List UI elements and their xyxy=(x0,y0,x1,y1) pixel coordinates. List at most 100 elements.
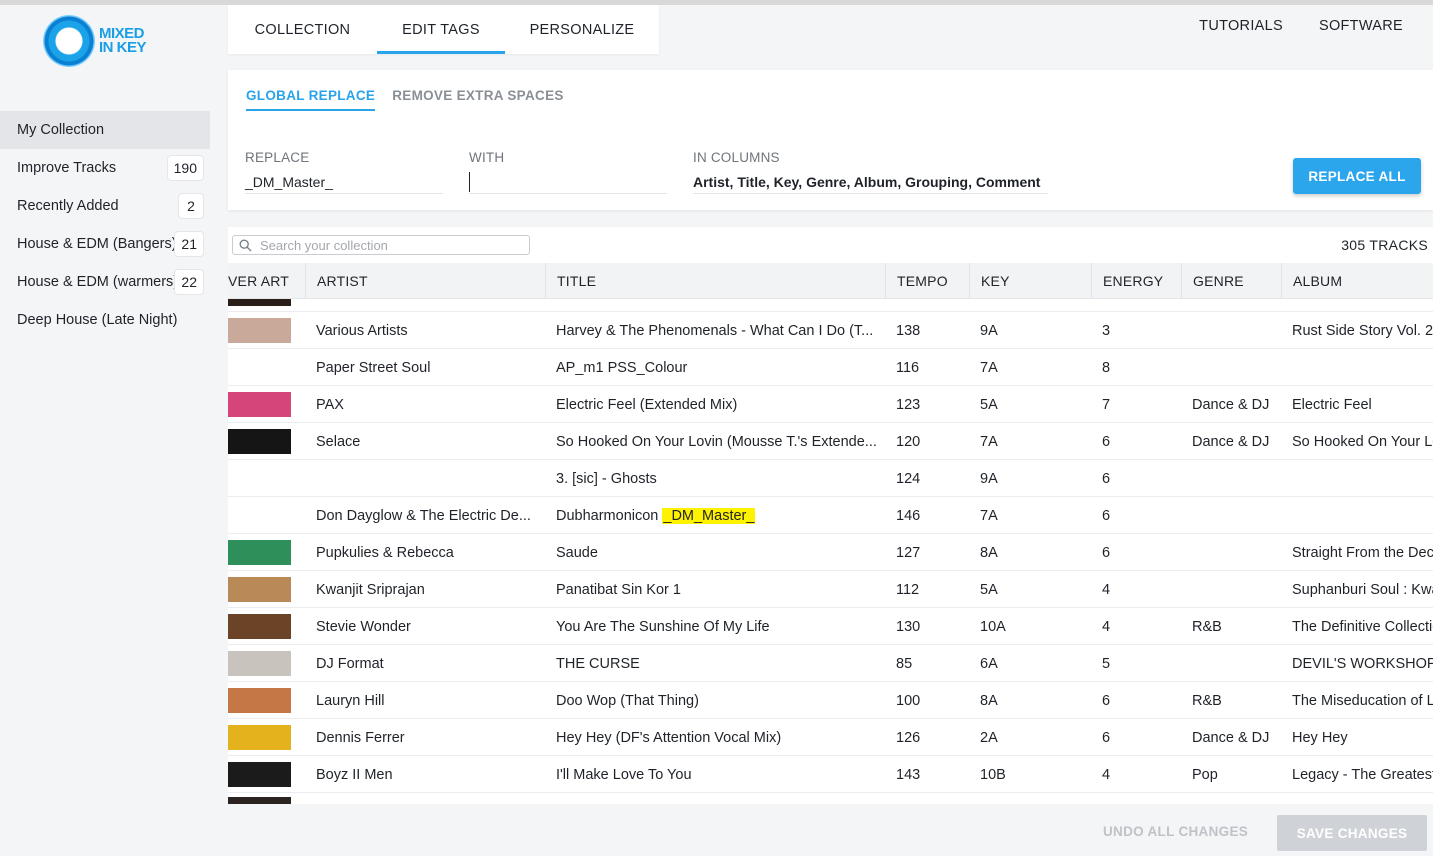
key-text: 9A xyxy=(980,322,998,339)
search-input[interactable]: Search your collection xyxy=(232,235,530,255)
sidebar-item-label: My Collection xyxy=(17,122,105,138)
cell-energy: 3 xyxy=(1102,312,1172,349)
tab-remove-extra-spaces[interactable]: REMOVE EXTRA SPACES xyxy=(392,88,563,111)
columns-select[interactable]: Artist, Title, Key, Genre, Album, Groupi… xyxy=(693,170,1048,194)
tab-personalize[interactable]: PERSONALIZE xyxy=(505,5,659,54)
sidebar-item-label: Deep House (Late Night) xyxy=(17,312,178,328)
album-text: The Miseducation of La xyxy=(1292,692,1433,709)
artist-text: Selace xyxy=(316,433,361,450)
table-row-partial xyxy=(228,299,1433,312)
key-text: 7A xyxy=(980,359,998,376)
column-header-genre[interactable]: GENRE xyxy=(1181,263,1281,299)
cell-tempo: 100 xyxy=(896,682,966,719)
cell-album: The Miseducation of La xyxy=(1292,682,1433,719)
column-header-key[interactable]: KEY xyxy=(969,263,1091,299)
album-text: Suphanburi Soul : Kwa xyxy=(1292,581,1433,598)
cover-art-thumbnail xyxy=(228,318,291,343)
cell-title: Panatibat Sin Kor 1 xyxy=(556,571,876,608)
search-icon xyxy=(239,238,252,251)
replace-all-button[interactable]: REPLACE ALL xyxy=(1293,158,1421,194)
table-row[interactable]: Various Artists Harvey & The Phenomenals … xyxy=(228,312,1433,349)
tab-global-replace[interactable]: GLOBAL REPLACE xyxy=(246,88,376,111)
cell-album: Suphanburi Soul : Kwa xyxy=(1292,571,1433,608)
cell-genre xyxy=(1192,645,1282,682)
cell-artist: Don Dayglow & The Electric De... xyxy=(316,497,536,534)
sidebar-item-count: 22 xyxy=(174,269,204,295)
column-header-cover-art[interactable]: VER ART xyxy=(228,263,306,299)
sidebar-item-my-collection[interactable]: My Collection xyxy=(0,111,210,149)
cell-title: Dubharmonicon _DM_Master_ xyxy=(556,497,876,534)
cell-genre: Dance & DJ xyxy=(1192,386,1282,423)
replace-label: REPLACE xyxy=(245,150,310,165)
tempo-text: 123 xyxy=(896,396,921,413)
tab-collection[interactable]: COLLECTION xyxy=(228,5,377,54)
undo-all-changes-button[interactable]: UNDO ALL CHANGES xyxy=(1103,824,1248,839)
cell-energy: 7 xyxy=(1102,386,1172,423)
cell-key: 7A xyxy=(980,423,1080,460)
cell-title: Harvey & The Phenomenals - What Can I Do… xyxy=(556,312,876,349)
cover-art-thumbnail xyxy=(228,688,291,713)
software-link[interactable]: SOFTWARE xyxy=(1319,18,1403,34)
table-row[interactable]: Don Dayglow & The Electric De... Dubharmo… xyxy=(228,497,1433,534)
replace-input[interactable]: _DM_Master_ xyxy=(245,170,443,194)
tempo-text: 112 xyxy=(896,581,920,598)
genre-text: Pop xyxy=(1192,766,1218,783)
cell-key: 7A xyxy=(980,349,1080,386)
column-header-energy[interactable]: ENERGY xyxy=(1091,263,1181,299)
cell-genre: Dance & DJ xyxy=(1192,423,1282,460)
cell-title: You Are The Sunshine Of My Life xyxy=(556,608,876,645)
cell-genre xyxy=(1192,460,1282,497)
cover-art-thumbnail xyxy=(228,392,291,417)
cell-title: AP_m1 PSS_Colour xyxy=(556,349,876,386)
genre-text: Dance & DJ xyxy=(1192,729,1270,746)
table-row[interactable]: Selace So Hooked On Your Lovin (Mousse T.… xyxy=(228,423,1433,460)
title-text: Panatibat Sin Kor 1 xyxy=(556,581,681,598)
cell-artist: Stevie Wonder xyxy=(316,608,536,645)
column-header-tempo[interactable]: TEMPO xyxy=(885,263,969,299)
track-table: Search your collection 305 TRACKS VER AR… xyxy=(228,227,1433,804)
with-input[interactable] xyxy=(469,170,667,194)
sidebar-item-label: House & EDM (Bangers) xyxy=(17,236,177,252)
table-row[interactable]: Kwanjit Sriprajan Panatibat Sin Kor 1 112 5… xyxy=(228,571,1433,608)
table-row[interactable]: Boyz II Men I'll Make Love To You 143 10B 4 P… xyxy=(228,756,1433,793)
album-text: So Hooked On Your Lov xyxy=(1292,433,1433,450)
sidebar-item-house-edm-bangers[interactable]: House & EDM (Bangers) 21 xyxy=(0,225,210,263)
table-row[interactable]: PAX Electric Feel (Extended Mix) 123 5A 7 Dan… xyxy=(228,386,1433,423)
table-row[interactable]: Lauryn Hill Doo Wop (That Thing) 100 8A 6 R&B… xyxy=(228,682,1433,719)
cell-energy: 5 xyxy=(1102,645,1172,682)
genre-text: R&B xyxy=(1192,618,1222,635)
tab-edit-tags[interactable]: EDIT TAGS xyxy=(377,5,505,54)
title-text: THE CURSE xyxy=(556,655,640,672)
save-changes-button[interactable]: SAVE CHANGES xyxy=(1277,815,1427,851)
sidebar-item-deep-house[interactable]: Deep House (Late Night) xyxy=(0,301,210,339)
brand-logo[interactable]: MIXED IN KEY xyxy=(43,15,173,71)
cell-title: Electric Feel (Extended Mix) xyxy=(556,386,876,423)
column-header-album[interactable]: ALBUM xyxy=(1281,263,1433,299)
table-row[interactable]: DJ Format THE CURSE 85 6A 5 DEVIL'S WORKSHOP xyxy=(228,645,1433,682)
column-header-title[interactable]: TITLE xyxy=(545,263,885,299)
tempo-text: 138 xyxy=(896,322,921,339)
table-row[interactable]: 3. [sic] - Ghosts 124 9A 6 xyxy=(228,460,1433,497)
cell-title: I'll Make Love To You xyxy=(556,756,876,793)
artist-text: Paper Street Soul xyxy=(316,359,431,376)
cell-energy: 6 xyxy=(1102,497,1172,534)
sidebar-item-improve-tracks[interactable]: Improve Tracks 190 xyxy=(0,149,210,187)
cell-genre: R&B xyxy=(1192,608,1282,645)
cell-tempo: 126 xyxy=(896,719,966,756)
with-field: WITH xyxy=(469,150,667,194)
tutorials-link[interactable]: TUTORIALS xyxy=(1199,18,1283,34)
footer-bar: UNDO ALL CHANGES SAVE CHANGES xyxy=(228,804,1433,856)
cell-album: DEVIL'S WORKSHOP xyxy=(1292,645,1433,682)
cell-key: 10B xyxy=(980,756,1080,793)
table-row[interactable]: Dennis Ferrer Hey Hey (DF's Attention Voc… xyxy=(228,719,1433,756)
column-header-artist[interactable]: ARTIST xyxy=(305,263,545,299)
cell-title: Hey Hey (DF's Attention Vocal Mix) xyxy=(556,719,876,756)
table-row[interactable]: Paper Street Soul AP_m1 PSS_Colour 116 7A 8 xyxy=(228,349,1433,386)
sidebar-item-recently-added[interactable]: Recently Added 2 xyxy=(0,187,210,225)
table-row[interactable]: Stevie Wonder You Are The Sunshine Of My … xyxy=(228,608,1433,645)
table-row[interactable]: Pupkulies & Rebecca Saude 127 8A 6 Straight F… xyxy=(228,534,1433,571)
sidebar-item-house-edm-warmers[interactable]: House & EDM (warmers) 22 xyxy=(0,263,210,301)
cell-album xyxy=(1292,460,1433,497)
cell-key: 8A xyxy=(980,682,1080,719)
sidebar-item-label: House & EDM (warmers) xyxy=(17,274,179,290)
